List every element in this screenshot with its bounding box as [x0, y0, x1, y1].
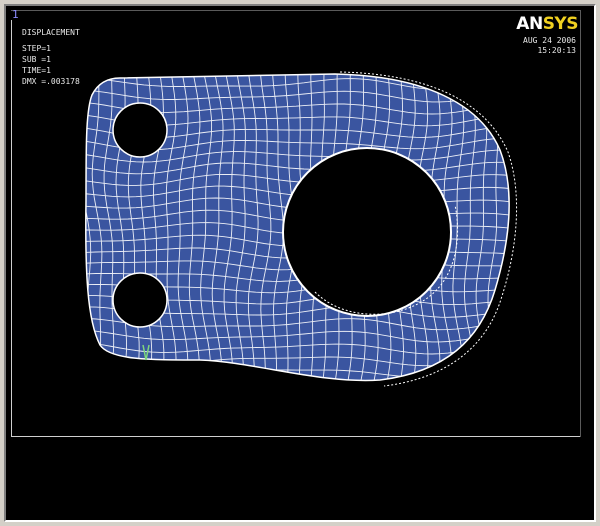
bolt-hole-top [112, 102, 168, 158]
model-plot [85, 71, 518, 387]
main-bore-hole [282, 147, 452, 317]
bolt-hole-bottom [112, 272, 168, 328]
